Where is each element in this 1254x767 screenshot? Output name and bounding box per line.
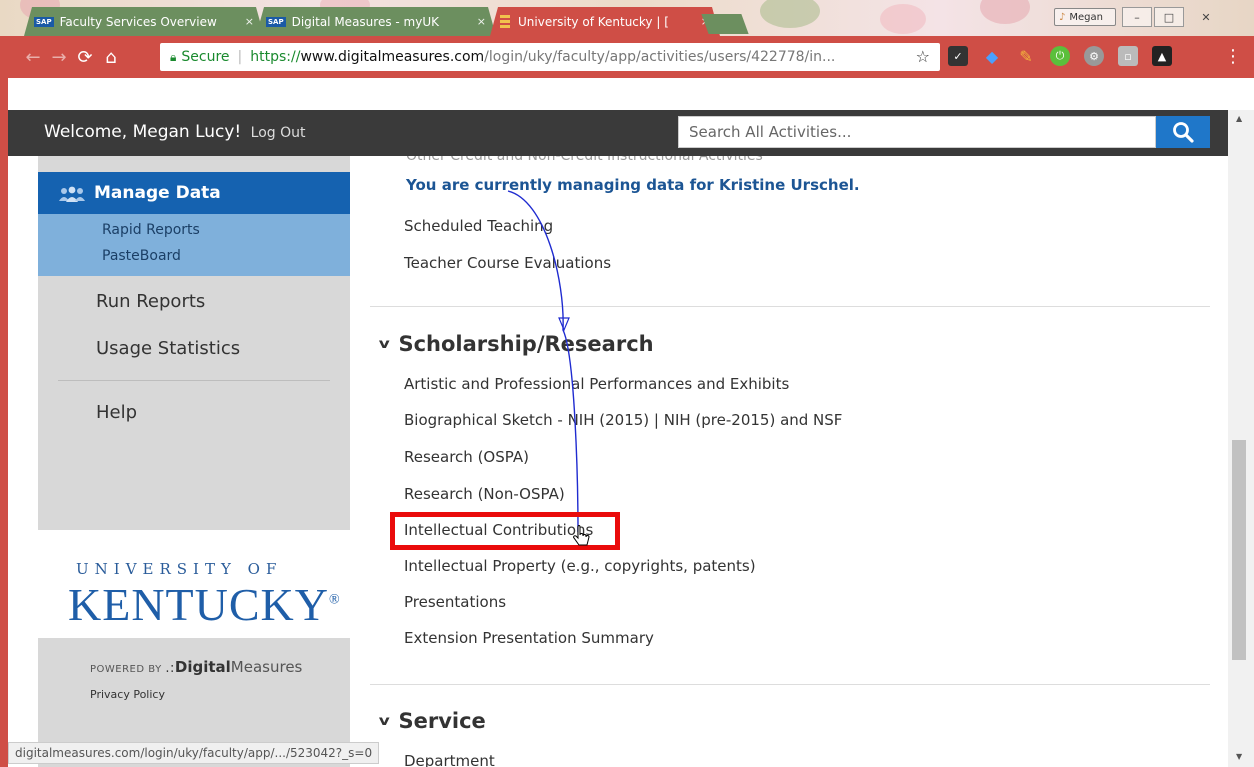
scroll-thumb[interactable] [1232,440,1246,660]
page-scrollbar[interactable]: ▲ ▼ [1228,110,1254,767]
hand-cursor-icon [573,525,590,546]
scroll-down-arrow-icon[interactable]: ▼ [1236,752,1242,761]
link-status-bar: digitalmeasures.com/login/uky/faculty/ap… [8,742,380,764]
scroll-up-arrow-icon[interactable]: ▲ [1236,114,1242,123]
annotation-arrow-overlay [507,190,579,533]
